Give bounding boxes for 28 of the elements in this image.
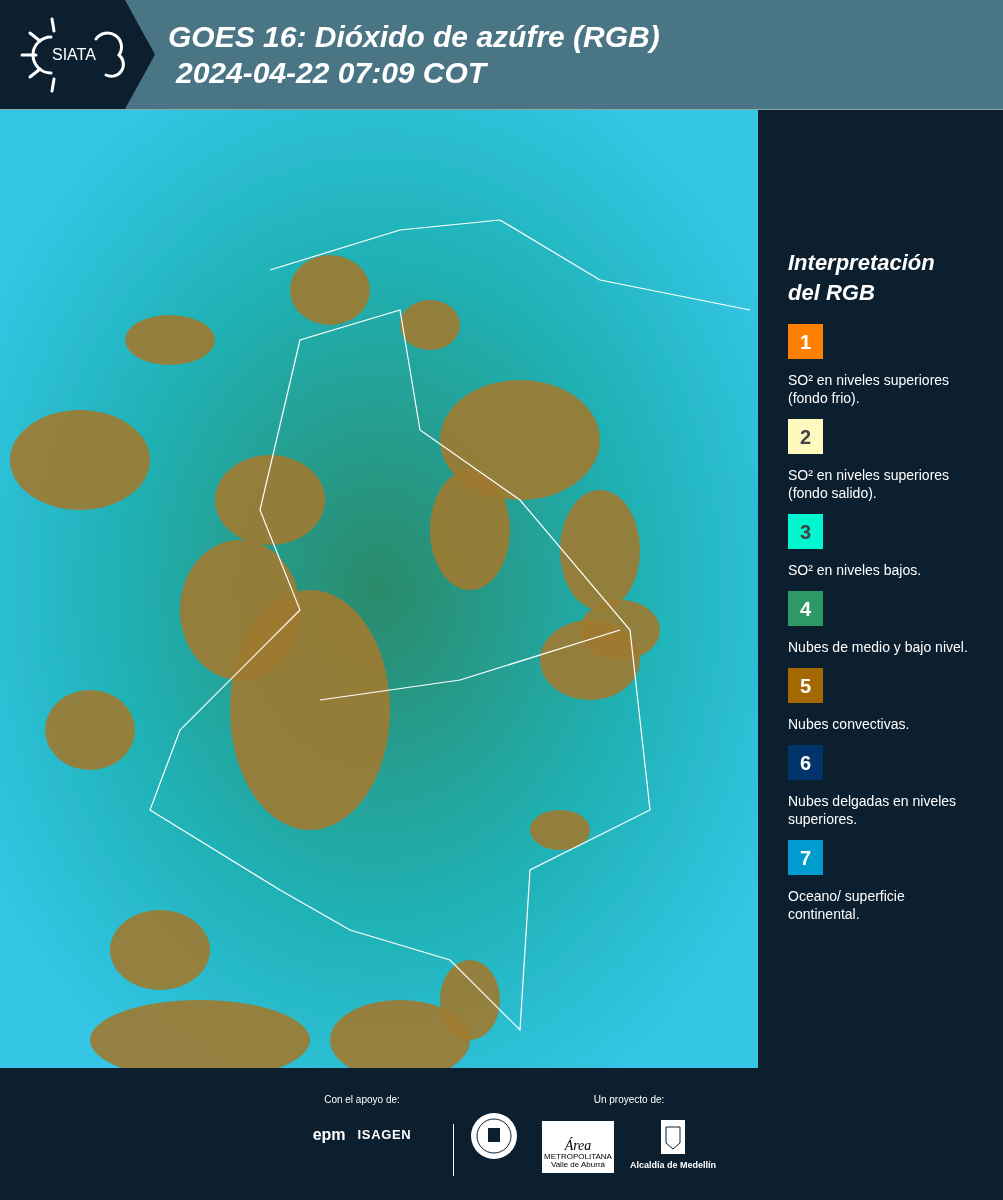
area-logo-caption: Valle de Aburrá [550, 1160, 606, 1169]
header-title: GOES 16: Dióxido de azúfre (RGB) [168, 18, 660, 55]
project-label: Un proyecto de: [593, 1093, 665, 1107]
legend-number: 5 [799, 673, 812, 699]
legend-description: Nubes delgadas en niveles superiores. [788, 792, 958, 828]
crest-icon [660, 1119, 686, 1155]
epm-logo: epm [312, 1125, 346, 1145]
legend-number: 6 [799, 750, 812, 776]
legend-description: Nubes convectivas. [788, 715, 911, 733]
legend-number: 2 [799, 424, 812, 450]
legend-description: SO² en niveles superiores (fondo salido). [788, 466, 951, 502]
city-hall-label: Alcaldía de Medellín [630, 1159, 716, 1172]
area-logo-text: Área [564, 1138, 592, 1153]
legend-title: Interpretación del RGB [788, 249, 936, 307]
legend-number: 7 [799, 845, 812, 871]
legend-description: Oceano/ superficie continental. [788, 887, 906, 923]
seal-icon [470, 1112, 518, 1160]
header-subtitle: 2024-04-22 07:09 COT [174, 54, 489, 91]
area-logo-caption: METROPOLITANA [544, 1152, 612, 1161]
legend-number: 3 [799, 519, 812, 545]
legend-number: 4 [799, 596, 812, 622]
logo-text: SIATA [52, 44, 96, 65]
isagen-logo: ISAGEN [357, 1126, 412, 1145]
legend-number: 1 [799, 329, 812, 355]
legend-description: SO² en niveles superiores (fondo frio). [788, 371, 951, 407]
legend-description: SO² en niveles bajos. [788, 561, 923, 579]
legend-description: Nubes de medio y bajo nivel. [788, 638, 968, 656]
support-label: Con el apoyo de: [324, 1093, 400, 1107]
